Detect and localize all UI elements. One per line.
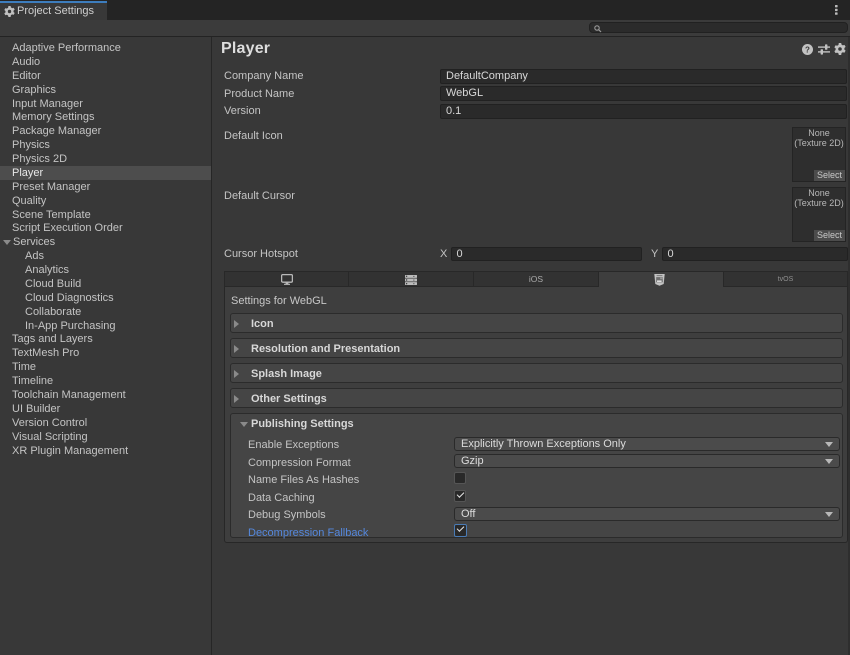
svg-text:?: ? [805, 45, 810, 54]
